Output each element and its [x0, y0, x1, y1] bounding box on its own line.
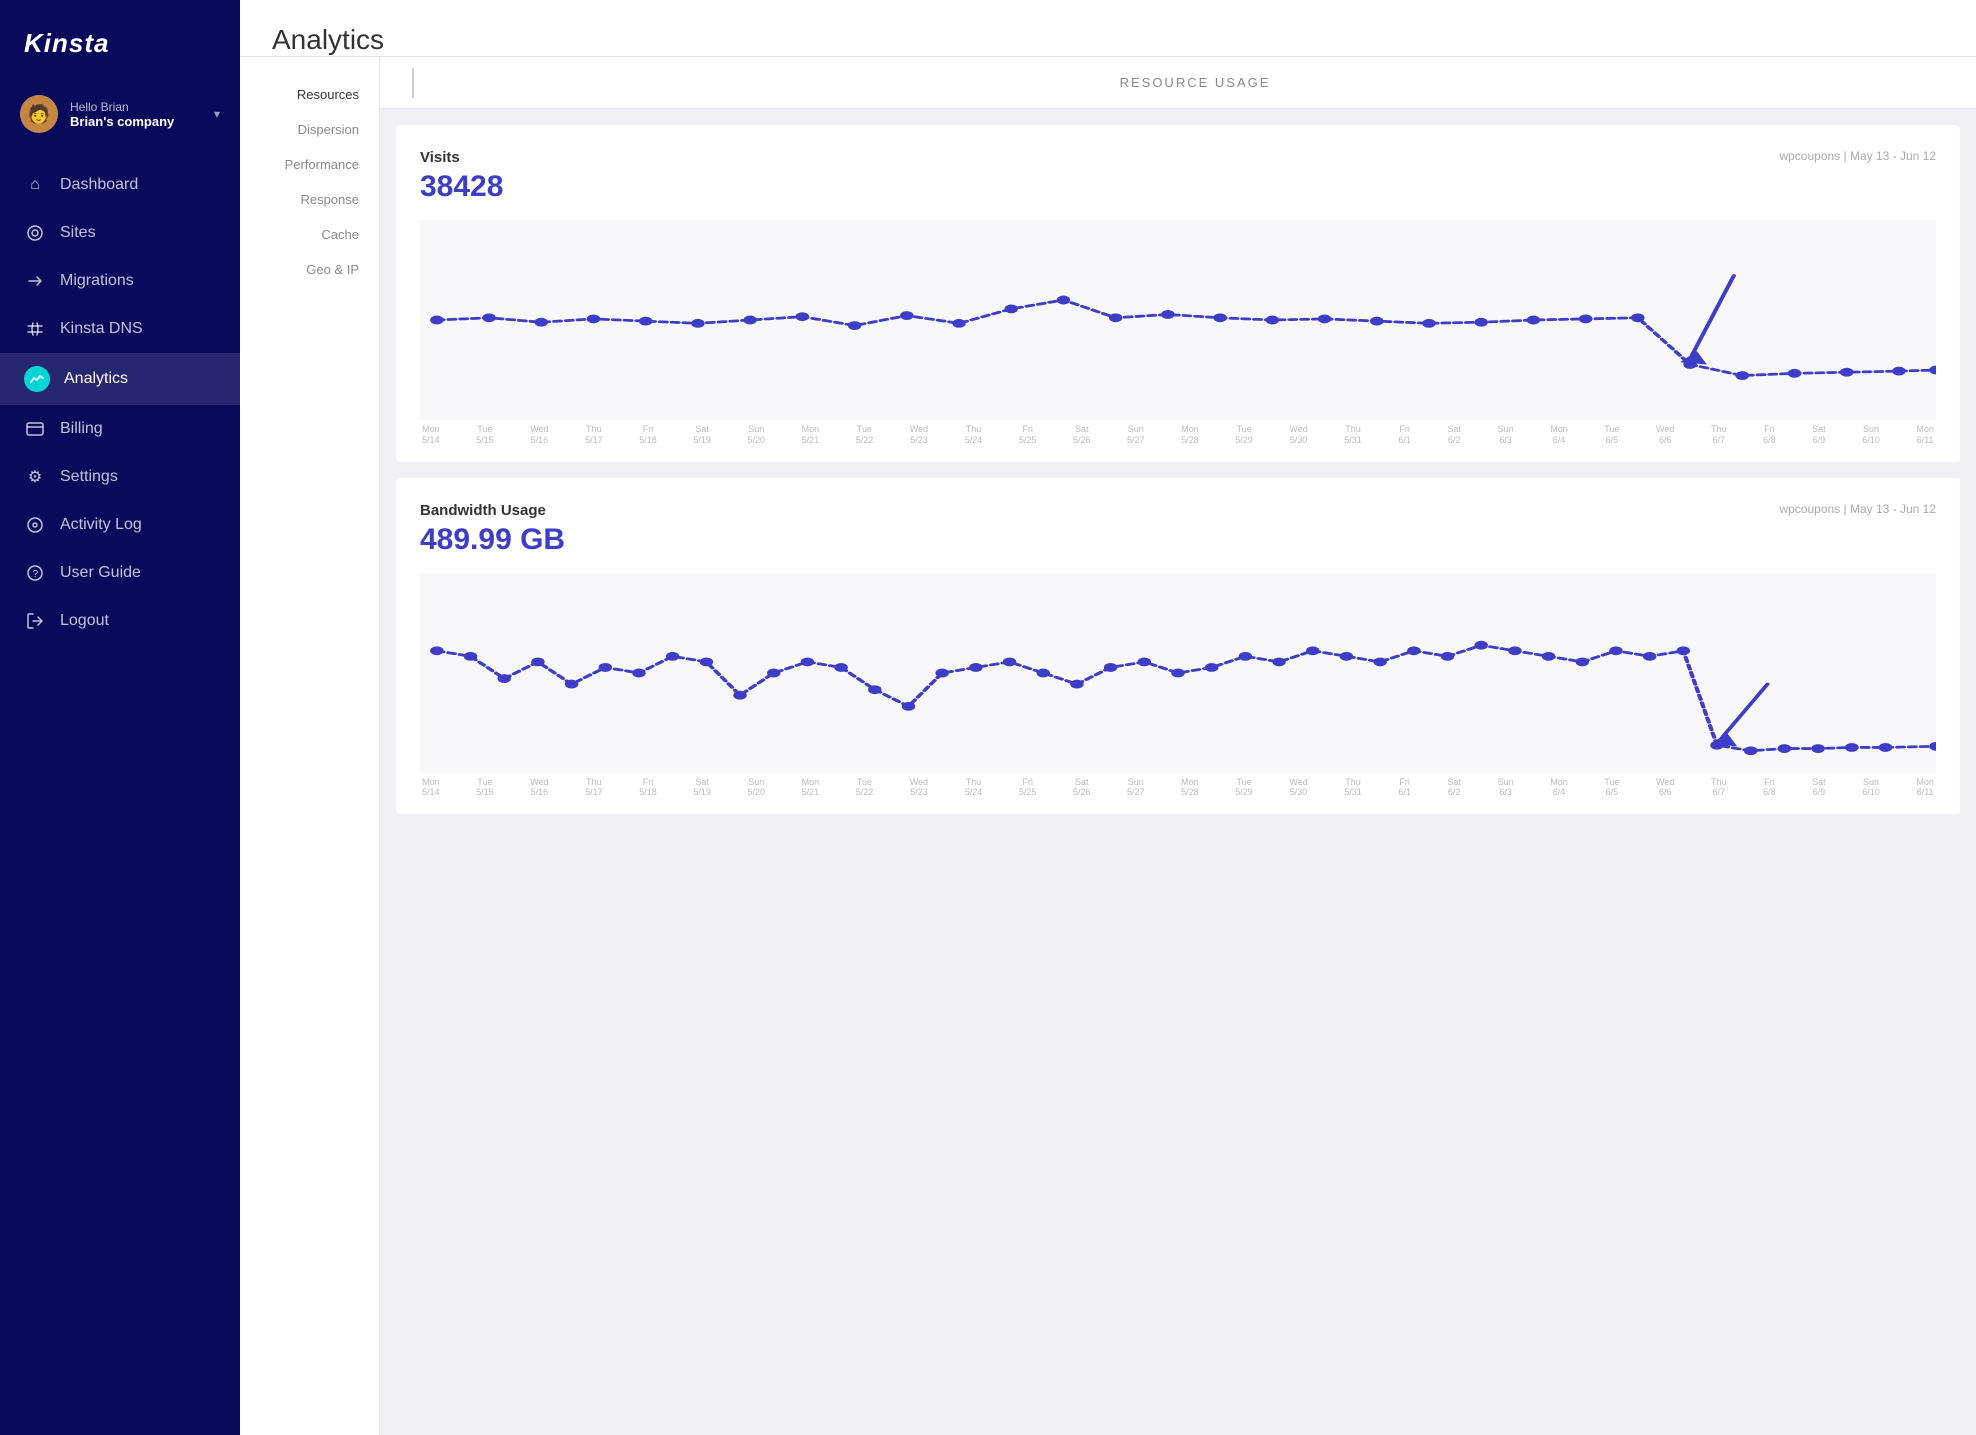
sidebar-label-user-guide: User Guide — [60, 564, 141, 582]
svg-text:?: ? — [33, 569, 39, 580]
visits-chart-meta: wpcoupons | May 13 - Jun 12 — [1779, 149, 1936, 163]
page-title: Analytics — [272, 24, 1944, 56]
chevron-down-icon: ▾ — [214, 107, 220, 121]
sidebar-item-kinsta-dns[interactable]: Kinsta DNS — [0, 305, 240, 353]
sidebar-item-user-guide[interactable]: ? User Guide — [0, 549, 240, 597]
subnav-item-performance[interactable]: Performance — [240, 147, 379, 182]
avatar: 🧑 — [20, 95, 58, 133]
divider — [412, 68, 414, 98]
dashboard-icon: ⌂ — [24, 174, 46, 196]
main-content: Analytics Resources Dispersion Performan… — [240, 0, 1976, 1435]
sidebar-label-settings: Settings — [60, 468, 118, 486]
user-guide-icon: ? — [24, 562, 46, 584]
sidebar-label-logout: Logout — [60, 612, 109, 630]
resource-panel: RESOURCE USAGE Visits wpcoupons | May 13… — [380, 57, 1976, 1435]
settings-icon: ⚙ — [24, 466, 46, 488]
visits-chart-value: 38428 — [420, 170, 1936, 204]
page-header: Analytics — [240, 0, 1976, 57]
kinsta-dns-icon — [24, 318, 46, 340]
sidebar-label-activity-log: Activity Log — [60, 516, 142, 534]
sites-icon — [24, 222, 46, 244]
sidebar: Kinsta 🧑 Hello Brian Brian's company ▾ ⌂… — [0, 0, 240, 1435]
sidebar-label-sites: Sites — [60, 224, 96, 242]
bandwidth-chart-svg — [420, 573, 1936, 773]
sub-nav: Resources Dispersion Performance Respons… — [240, 57, 380, 1435]
charts-area: Visits wpcoupons | May 13 - Jun 12 38428 — [380, 109, 1976, 830]
sidebar-label-billing: Billing — [60, 420, 103, 438]
sidebar-label-kinsta-dns: Kinsta DNS — [60, 320, 143, 338]
user-company: Brian's company — [70, 114, 202, 129]
sidebar-item-label: Dashboard — [60, 176, 138, 194]
subnav-item-cache[interactable]: Cache — [240, 217, 379, 252]
logout-icon — [24, 610, 46, 632]
analytics-icon — [24, 366, 50, 392]
logo: Kinsta — [0, 0, 240, 83]
visits-chart-header: Visits wpcoupons | May 13 - Jun 12 — [420, 149, 1936, 166]
migrations-icon — [24, 270, 46, 292]
x-axis-labels-bandwidth: Mon5/14 Tue5/15 Wed5/16 Thu5/17 Fri5/18 … — [420, 777, 1936, 799]
subnav-item-geo-ip[interactable]: Geo & IP — [240, 252, 379, 287]
bandwidth-chart-card: Bandwidth Usage wpcoupons | May 13 - Jun… — [396, 478, 1960, 815]
content-area: Resources Dispersion Performance Respons… — [240, 57, 1976, 1435]
bandwidth-chart-label: Bandwidth Usage — [420, 502, 546, 519]
sidebar-item-billing[interactable]: Billing — [0, 405, 240, 453]
activity-log-icon — [24, 514, 46, 536]
bandwidth-chart-meta: wpcoupons | May 13 - Jun 12 — [1779, 502, 1936, 516]
subnav-item-resources[interactable]: Resources — [240, 77, 379, 112]
visits-chart-card: Visits wpcoupons | May 13 - Jun 12 38428 — [396, 125, 1960, 462]
sidebar-item-settings[interactable]: ⚙ Settings — [0, 453, 240, 501]
sidebar-item-logout[interactable]: Logout — [0, 597, 240, 645]
resource-usage-title: RESOURCE USAGE — [446, 75, 1944, 90]
bandwidth-chart-value: 489.99 GB — [420, 523, 1936, 557]
bandwidth-chart-header: Bandwidth Usage wpcoupons | May 13 - Jun… — [420, 502, 1936, 519]
sidebar-nav: ⌂ Dashboard Sites Migrations Kinsta DNS — [0, 153, 240, 1435]
user-info: Hello Brian Brian's company — [70, 100, 202, 129]
sidebar-label-migrations: Migrations — [60, 272, 134, 290]
visits-chart-label: Visits — [420, 149, 460, 166]
subnav-item-dispersion[interactable]: Dispersion — [240, 112, 379, 147]
sidebar-item-dashboard[interactable]: ⌂ Dashboard — [0, 161, 240, 209]
visits-chart-svg — [420, 220, 1936, 420]
sidebar-item-migrations[interactable]: Migrations — [0, 257, 240, 305]
sidebar-label-analytics: Analytics — [64, 370, 128, 388]
subnav-item-response[interactable]: Response — [240, 182, 379, 217]
sidebar-item-activity-log[interactable]: Activity Log — [0, 501, 240, 549]
x-axis-labels-visits: Mon5/14 Tue5/15 Wed5/16 Thu5/17 Fri5/18 … — [420, 424, 1936, 446]
user-profile[interactable]: 🧑 Hello Brian Brian's company ▾ — [0, 83, 240, 153]
user-greeting: Hello Brian — [70, 100, 202, 114]
sidebar-item-analytics[interactable]: Analytics — [0, 353, 240, 405]
resource-header: RESOURCE USAGE — [380, 57, 1976, 109]
billing-icon — [24, 418, 46, 440]
sidebar-item-sites[interactable]: Sites — [0, 209, 240, 257]
